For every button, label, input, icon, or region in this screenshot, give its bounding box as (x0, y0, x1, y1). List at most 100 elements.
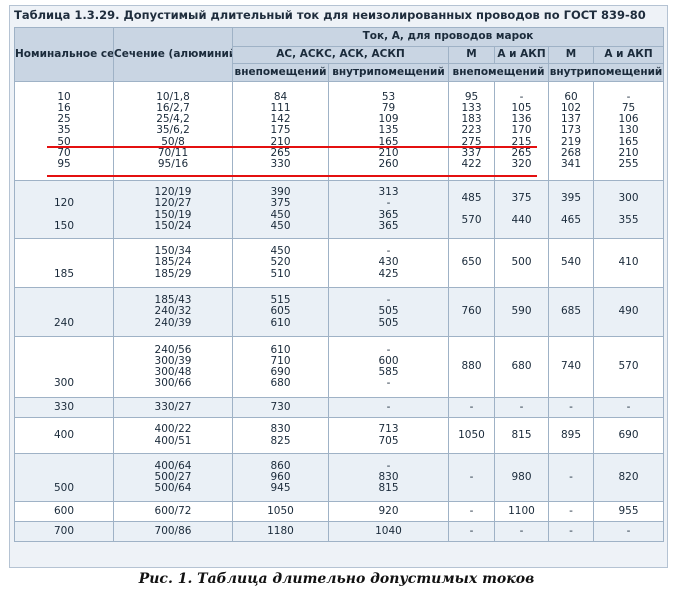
cell-nominal: 500 (14, 453, 114, 502)
header-section: Сечение (алюминий/сталь), мм2 (113, 27, 233, 82)
cell-text: - 105 136 170 215 265 320 (511, 90, 532, 170)
table-row: 300 240/56 300/39 300/48 300/66 610 710 69… (14, 336, 665, 398)
cell-nominal: 10 16 25 35 50 70 95 (14, 81, 114, 181)
cell-text: 540 (560, 256, 582, 269)
cell-text: - 830 815 (378, 459, 399, 495)
cell-ac-out: 1050 (232, 501, 329, 522)
cell-text: 515 605 610 (270, 294, 291, 329)
cell-text: 120 150 (53, 197, 75, 232)
cell-m-in: - (548, 453, 594, 502)
cell-text: 95 133 183 223 275 337 422 (461, 90, 482, 170)
cell-a-out: 590 (494, 287, 549, 337)
cell-section: 600/72 (113, 501, 233, 522)
header-brand-m-2: М (548, 46, 594, 64)
cell-section: 150/34 185/24 185/29 (113, 238, 233, 288)
cell-m-out: 95 133 183 223 275 337 422 (448, 81, 495, 181)
cell-section: 700/86 (113, 521, 233, 542)
figure-caption: Рис. 1. Таблица длительно допустимых ток… (138, 571, 535, 587)
cell-text: 815 (511, 428, 532, 441)
header-brand-m-1: М (448, 46, 495, 64)
cell-text: 84 111 142 175 210 265 330 (270, 90, 291, 170)
cell-ac-out: 450 520 510 (232, 238, 329, 288)
cell-text: 820 (618, 470, 639, 483)
cell-text: 713 705 (378, 423, 399, 447)
cell-text: 650 (461, 256, 482, 269)
cell-a-out: - (494, 397, 549, 418)
cell-text: 1040 (375, 524, 402, 537)
cell-ac-in: - (328, 397, 449, 418)
cell-text: - (569, 400, 573, 413)
cell-a-in: 490 (592, 287, 665, 337)
table-row: 120 150 120/19 120/27 150/19 150/24 390 37… (14, 180, 665, 239)
table-row: 400 400/22 400/51 830 825 713 705 1050 815 895… (14, 417, 665, 454)
cell-text: 410 (618, 256, 639, 269)
table-row: 330 330/27 730 - - - - - (14, 397, 665, 418)
cell-text: 375 440 (511, 191, 532, 227)
cell-text: - (626, 524, 631, 537)
cell-text: - (469, 524, 474, 537)
cell-ac-out: 390 375 450 450 (232, 180, 329, 239)
cell-text: 1050 (267, 504, 294, 517)
cell-text: 740 (560, 360, 582, 373)
cell-text: 860 960 945 (270, 459, 291, 495)
cell-text: 680 (511, 360, 532, 373)
table-row: 700 700/86 1180 1040 - - - - (14, 521, 665, 542)
cell-text: - (569, 524, 573, 537)
cell-a-out: 500 (494, 238, 549, 288)
table-title: Таблица 1.3.29. Допустимый длительный то… (14, 8, 646, 22)
highlight-line-top (47, 146, 537, 148)
cell-a-out: 375 440 (494, 180, 549, 239)
cell-ac-out: 860 960 945 (232, 453, 329, 502)
cell-a-in: 955 (592, 501, 665, 522)
table-row: 185 150/34 185/24 185/29 450 520 510 - 430 … (14, 238, 665, 288)
cell-text: - (469, 504, 474, 517)
cell-text: 1100 (508, 504, 535, 517)
cell-nominal: 300 (14, 336, 114, 398)
cell-text: 920 (378, 504, 399, 517)
cell-text: 53 79 109 135 165 210 260 (378, 90, 399, 170)
cell-m-in: 895 (548, 417, 594, 454)
header-outdoor-1: внепомещений (232, 63, 329, 82)
cell-text: 120/19 120/27 150/19 150/24 (154, 186, 192, 232)
cell-a-in: 410 (592, 238, 665, 288)
cell-m-in: - (548, 521, 594, 542)
cell-m-in: - (548, 501, 594, 522)
cell-a-in: - (592, 397, 665, 418)
cell-m-out: 760 (448, 287, 495, 337)
cell-text: 600/72 (154, 504, 192, 517)
cell-nominal: 400 (14, 417, 114, 454)
cell-text: 690 (618, 428, 639, 441)
cell-a-out: 680 (494, 336, 549, 398)
cell-text: 610 710 690 680 (270, 343, 291, 390)
cell-text: 730 (270, 400, 291, 413)
cell-a-out: - (494, 521, 549, 542)
cell-text: - (569, 470, 573, 483)
cell-text: 895 (560, 428, 582, 441)
cell-a-out: 815 (494, 417, 549, 454)
cell-text: 830 825 (270, 423, 291, 447)
cell-m-in: 60 102 137 173 219 268 341 (548, 81, 594, 181)
cell-text: - (469, 470, 474, 483)
cell-m-out: 650 (448, 238, 495, 288)
cell-text: 500 (511, 256, 532, 269)
header-indoor-2: внутрипомещений (547, 63, 665, 82)
cell-section: 185/43 240/32 240/39 (113, 287, 233, 337)
table-row: 10 16 25 35 50 70 95 10/1,8 16/2,7 25/4,2… (14, 81, 665, 181)
cell-text: - 600 585 - (378, 343, 399, 390)
cell-a-out: 980 (494, 453, 549, 502)
cell-m-in: 395 465 (548, 180, 594, 239)
header-outdoor-2: внепомещений (448, 63, 549, 82)
table-row: 240 185/43 240/32 240/39 515 605 610 - 505 … (14, 287, 665, 337)
cell-text: 10/1,8 16/2,7 25/4,2 35/6,2 50/8 70/11 9… (156, 90, 190, 170)
cell-text: 980 (511, 470, 532, 483)
table-row: 500 400/64 500/27 500/64 860 960 945 - 830 … (14, 453, 665, 502)
current-table: Номинальное сечение, мм2 Сечение (алюмин… (14, 27, 665, 542)
cell-ac-out: 515 605 610 (232, 287, 329, 337)
header-brand-a-2: А и АКП (592, 46, 665, 64)
cell-a-in: 690 (592, 417, 665, 454)
cell-text: 500 (53, 482, 75, 495)
cell-a-in: 570 (592, 336, 665, 398)
cell-text: 240 (53, 316, 75, 329)
cell-text: 300 355 (618, 191, 639, 227)
cell-ac-out: 830 825 (232, 417, 329, 454)
